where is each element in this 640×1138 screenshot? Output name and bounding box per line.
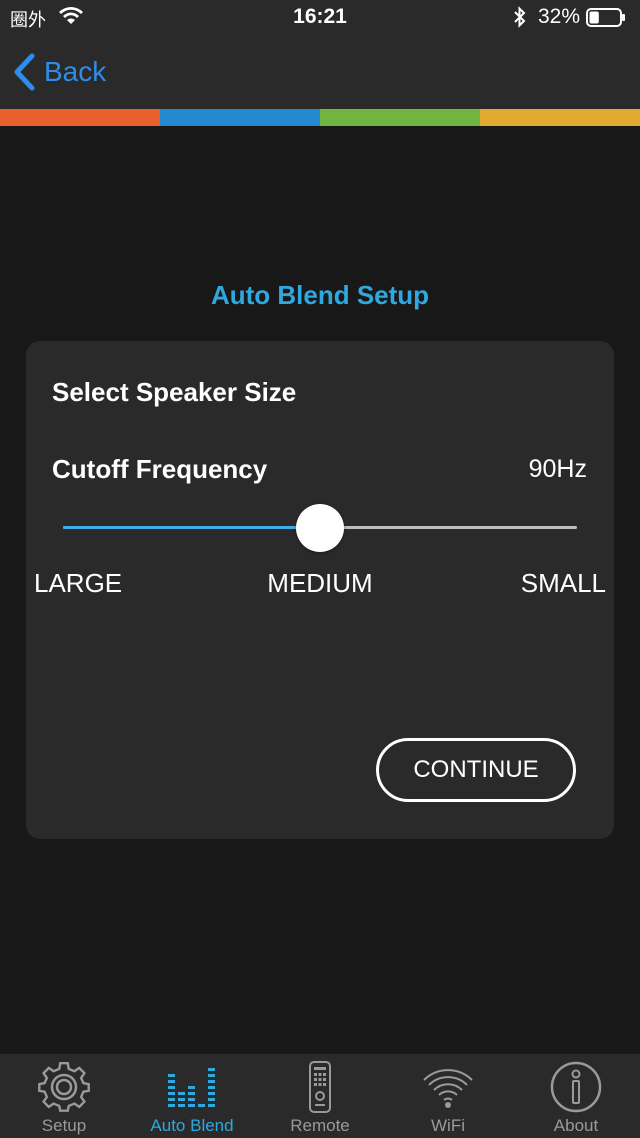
section-title: Select Speaker Size — [52, 377, 297, 407]
back-button[interactable]: Back — [12, 52, 106, 92]
continue-button[interactable]: CONTINUE — [376, 738, 576, 802]
screen: 圈外 16:21 32% Back Auto Blend Setup Selec… — [0, 0, 640, 1138]
wifi-icon — [423, 1069, 473, 1108]
back-label: Back — [44, 56, 107, 87]
tab-auto-blend[interactable]: Auto Blend — [128, 1054, 256, 1138]
tab-bar: Setup Auto Blend Remote WiFi About — [0, 1054, 640, 1138]
remote-icon — [309, 1061, 331, 1113]
strip-segment-green — [320, 109, 480, 126]
cutoff-frequency-value: 90Hz — [528, 455, 587, 483]
chevron-left-icon — [14, 53, 35, 91]
tab-label: WiFi — [431, 1116, 465, 1135]
tab-wifi[interactable]: WiFi — [384, 1054, 512, 1138]
tab-label: Setup — [41, 1116, 87, 1135]
cutoff-frequency-label: Cutoff Frequency — [52, 454, 268, 484]
speaker-size-slider[interactable] — [63, 501, 577, 555]
battery-percent: 32% — [538, 5, 581, 28]
status-bar: 圈外 16:21 32% — [0, 0, 640, 36]
color-strip — [0, 109, 640, 126]
strip-segment-yellow — [480, 109, 640, 126]
gear-icon — [38, 1062, 90, 1112]
tab-label: Remote — [290, 1116, 350, 1135]
tab-label: About — [553, 1116, 599, 1135]
tab-label: Auto Blend — [150, 1116, 234, 1135]
equalizer-icon — [168, 1068, 215, 1107]
speaker-size-card: Select Speaker Size Cutoff Frequency 90H… — [26, 341, 614, 839]
tab-setup[interactable]: Setup — [0, 1054, 128, 1138]
info-icon — [550, 1061, 602, 1113]
tab-remote[interactable]: Remote — [256, 1054, 384, 1138]
navigation-bar: Back — [0, 36, 640, 109]
bluetooth-icon — [514, 6, 526, 28]
strip-segment-blue — [160, 109, 320, 126]
strip-segment-orange — [0, 109, 160, 126]
size-label-small: SMALL — [520, 568, 606, 598]
battery-icon — [586, 8, 625, 27]
slider-track-fill — [63, 526, 320, 529]
tab-about[interactable]: About — [512, 1054, 640, 1138]
page-title: Auto Blend Setup — [210, 280, 430, 310]
slider-thumb[interactable] — [296, 504, 344, 552]
